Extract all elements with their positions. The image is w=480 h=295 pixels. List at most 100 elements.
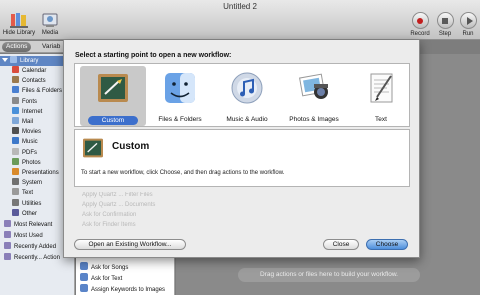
library-category-icon: [12, 76, 19, 84]
choice-files-folders-label: Files & Folders: [158, 116, 202, 123]
record-label: Record: [410, 31, 430, 37]
library-item-label: Files & Folders: [22, 88, 63, 95]
record-button[interactable]: Record: [407, 12, 433, 37]
textedit-icon: [370, 73, 393, 103]
library-category-icon: [12, 86, 19, 94]
library-category-icon: [12, 208, 19, 216]
smart-group-icon: [4, 231, 11, 238]
play-icon: [459, 12, 477, 29]
library-category-icon: [12, 157, 19, 165]
action-item[interactable]: Ask for Songs: [76, 262, 175, 273]
choose-button[interactable]: Choose: [366, 239, 408, 250]
open-existing-workflow-button[interactable]: Open an Existing Workflow...: [74, 239, 186, 250]
action-label: Ask for Text: [91, 276, 123, 282]
library-category-icon: [12, 106, 19, 114]
library-item-label: PDFs: [22, 149, 37, 156]
choice-text[interactable]: Text: [348, 66, 414, 126]
finder-icon: [165, 73, 195, 103]
media-button[interactable]: Media: [38, 12, 62, 36]
library-category-icon: [12, 66, 19, 73]
library-item-label: Mail: [22, 119, 34, 125]
media-icon: [42, 13, 58, 27]
library-item-label: Music: [22, 139, 38, 146]
action-icon: [80, 273, 88, 281]
action-label: Ask for Songs: [91, 265, 129, 271]
library-item-label: Presentations: [22, 170, 59, 176]
choice-text-label: Text: [375, 116, 387, 123]
detail-description: To start a new workflow, click Choose, a…: [81, 170, 285, 176]
action-label: Assign Keywords to Images: [91, 287, 166, 293]
choice-custom-label: Custom: [88, 116, 138, 125]
ghost-action-item: Ask for Confirmation: [82, 212, 137, 218]
library-item-label: Utilities: [22, 200, 42, 207]
ghost-action-item: Apply Quartz ... Documents: [82, 202, 156, 208]
choice-photos-images-label: Photos & Images: [289, 116, 339, 123]
smart-group-label: Recently Added: [14, 244, 57, 250]
library-item-label: Fonts: [22, 98, 38, 105]
tab-actions[interactable]: Actions: [2, 42, 32, 52]
library-item-label: Text: [22, 190, 34, 197]
ghost-action-item: Ask for Finder Items: [82, 222, 136, 228]
tab-variables[interactable]: Variab: [42, 42, 60, 52]
library-category-icon: [12, 178, 19, 186]
smart-group-label: Most Relevant: [14, 222, 53, 228]
smart-group-label: Most Used: [14, 233, 43, 239]
record-icon: [411, 12, 429, 29]
action-icon: [80, 262, 88, 270]
automator-slate-icon: [98, 74, 128, 102]
window-toolbar: Untitled 2 Hide Library Media Record Ste…: [0, 0, 480, 40]
media-label: Media: [41, 30, 59, 36]
choice-music-audio-label: Music & Audio: [226, 116, 268, 123]
library-category-icon: [12, 117, 19, 124]
disclosure-triangle-icon: [2, 58, 8, 62]
iphoto-icon: [299, 73, 328, 99]
library-item-label: Other: [22, 210, 38, 217]
smart-group-label: Recently... Action: [14, 255, 60, 261]
itunes-icon: [231, 72, 263, 104]
library-category-icon: [12, 137, 19, 145]
library-category-icon: [12, 198, 19, 206]
choice-files-folders[interactable]: Files & Folders: [147, 66, 213, 126]
action-item[interactable]: Assign Keywords to Images: [76, 284, 175, 295]
choice-detail-panel: Custom To start a new workflow, click Ch…: [74, 129, 410, 187]
library-folder-icon: [10, 56, 17, 63]
library-category-icon: [12, 127, 19, 135]
starting-point-choices: Custom Files & Folders Music & Audio Pho…: [74, 63, 410, 127]
run-button[interactable]: Run: [457, 12, 479, 37]
step-button[interactable]: Step: [433, 12, 457, 37]
library-item-label: Internet: [22, 108, 43, 115]
library-item-label: Contacts: [22, 78, 46, 85]
workflow-drop-hint: Drag actions or files here to build your…: [238, 268, 420, 282]
run-label: Run: [462, 31, 474, 37]
close-button[interactable]: Close: [323, 239, 359, 250]
choice-music-audio[interactable]: Music & Audio: [214, 66, 280, 126]
window-title: Untitled 2: [223, 2, 257, 11]
step-label: Step: [438, 31, 452, 37]
library-category-icon: [12, 147, 19, 155]
library-item-label: Photos: [22, 159, 41, 166]
hide-library-label: Hide Library: [2, 30, 36, 36]
library-category-icon: [12, 188, 19, 196]
automator-slate-icon: [83, 138, 103, 158]
ghost-action-item: Apply Quartz ... Filter Files: [82, 192, 153, 198]
choice-custom[interactable]: Custom: [80, 66, 146, 126]
choice-photos-images[interactable]: Photos & Images: [281, 66, 347, 126]
detail-title: Custom: [112, 141, 150, 152]
stop-icon: [436, 12, 454, 29]
library-item-label: Calendar: [22, 68, 47, 74]
library-icon: [10, 13, 28, 28]
smart-group-icon: [4, 242, 11, 249]
background-actions-ghost: Apply Quartz ... Filter Files Apply Quart…: [74, 190, 184, 232]
library-root-label: Library: [20, 58, 39, 64]
smart-group-icon: [4, 253, 11, 260]
library-category-icon: [12, 168, 19, 175]
library-category-icon: [12, 96, 19, 104]
library-item-label: System: [22, 180, 43, 187]
starting-point-sheet: Select a starting point to open a new wo…: [63, 40, 420, 258]
smart-group-icon: [4, 220, 11, 227]
action-item[interactable]: Ask for Text: [76, 273, 175, 284]
hide-library-button[interactable]: Hide Library: [2, 12, 36, 36]
library-item-label: Movies: [22, 129, 42, 136]
sheet-prompt: Select a starting point to open a new wo…: [75, 52, 232, 59]
action-icon: [80, 284, 88, 292]
